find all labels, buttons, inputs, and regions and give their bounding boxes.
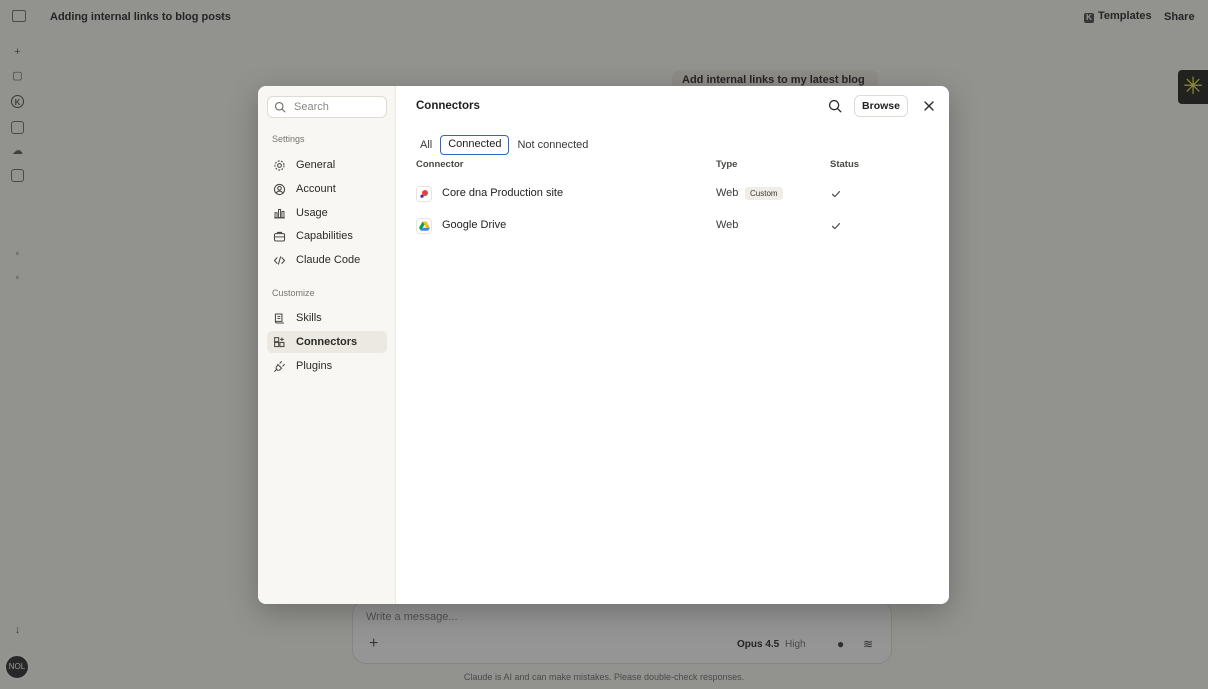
connector-filter-tabs: All Connected Not connected [416,134,596,156]
page-title: Connectors [416,100,480,112]
browse-button[interactable]: Browse [854,95,908,117]
settings-search-box[interactable] [267,96,387,118]
sidebar-item-capabilities[interactable]: Capabilities [267,225,387,247]
settings-sidebar: Settings General Account Usage Capabilit… [258,86,396,604]
search-icon [274,101,286,113]
sidebar-item-general[interactable]: General [267,154,387,176]
search-icon[interactable] [828,99,842,113]
sidebar-item-label: Capabilities [296,230,353,242]
google-drive-logo-icon [416,218,432,234]
sidebar-item-connectors[interactable]: Connectors [267,331,387,353]
sidebar-item-label: Connectors [296,336,358,348]
check-icon [831,223,841,230]
tab-connected[interactable]: Connected [440,135,510,155]
sidebar-item-skills[interactable]: Skills [267,307,387,329]
settings-search-input[interactable] [294,99,382,115]
connector-name: Google Drive [442,219,507,231]
plug-icon [273,360,286,373]
code-icon [273,254,286,267]
custom-badge: Custom [745,187,783,200]
sidebar-item-label: General [296,159,336,171]
tab-not-connected[interactable]: Not connected [513,135,592,155]
sidebar-item-plugins[interactable]: Plugins [267,355,387,377]
connectors-icon [273,336,286,349]
gear-icon [273,159,286,172]
sidebar-item-label: Skills [296,312,322,324]
connectors-panel: Connectors Browse All Connected Not conn… [396,86,949,604]
sidebar-item-label: Plugins [296,360,333,372]
customize-section-heading: Customize [272,288,315,298]
column-header-status: Status [830,159,860,170]
table-row[interactable]: Core dna Production site Web Custom [416,182,936,206]
tab-all[interactable]: All [416,135,436,155]
sidebar-item-label: Account [296,183,336,195]
settings-modal: Settings General Account Usage Capabilit… [258,86,949,604]
bar-chart-icon [273,207,286,220]
close-icon[interactable] [923,100,935,112]
check-icon [831,191,841,198]
sidebar-item-usage[interactable]: Usage [267,202,387,224]
briefcase-icon [273,230,286,243]
sidebar-item-label: Claude Code [296,254,361,266]
column-header-type: Type [716,159,738,170]
core-dna-logo-icon [416,186,432,202]
connector-type: Web [716,219,739,231]
sidebar-item-label: Usage [296,207,328,219]
connector-name: Core dna Production site [442,187,564,199]
skills-icon [273,312,286,325]
connector-type: Web [716,187,739,199]
user-circle-icon [273,183,286,196]
sidebar-item-account[interactable]: Account [267,178,387,200]
column-header-connector: Connector [416,159,464,170]
settings-section-heading: Settings [272,134,305,144]
sidebar-item-claude-code[interactable]: Claude Code [267,249,387,271]
table-row[interactable]: Google Drive Web [416,214,936,238]
